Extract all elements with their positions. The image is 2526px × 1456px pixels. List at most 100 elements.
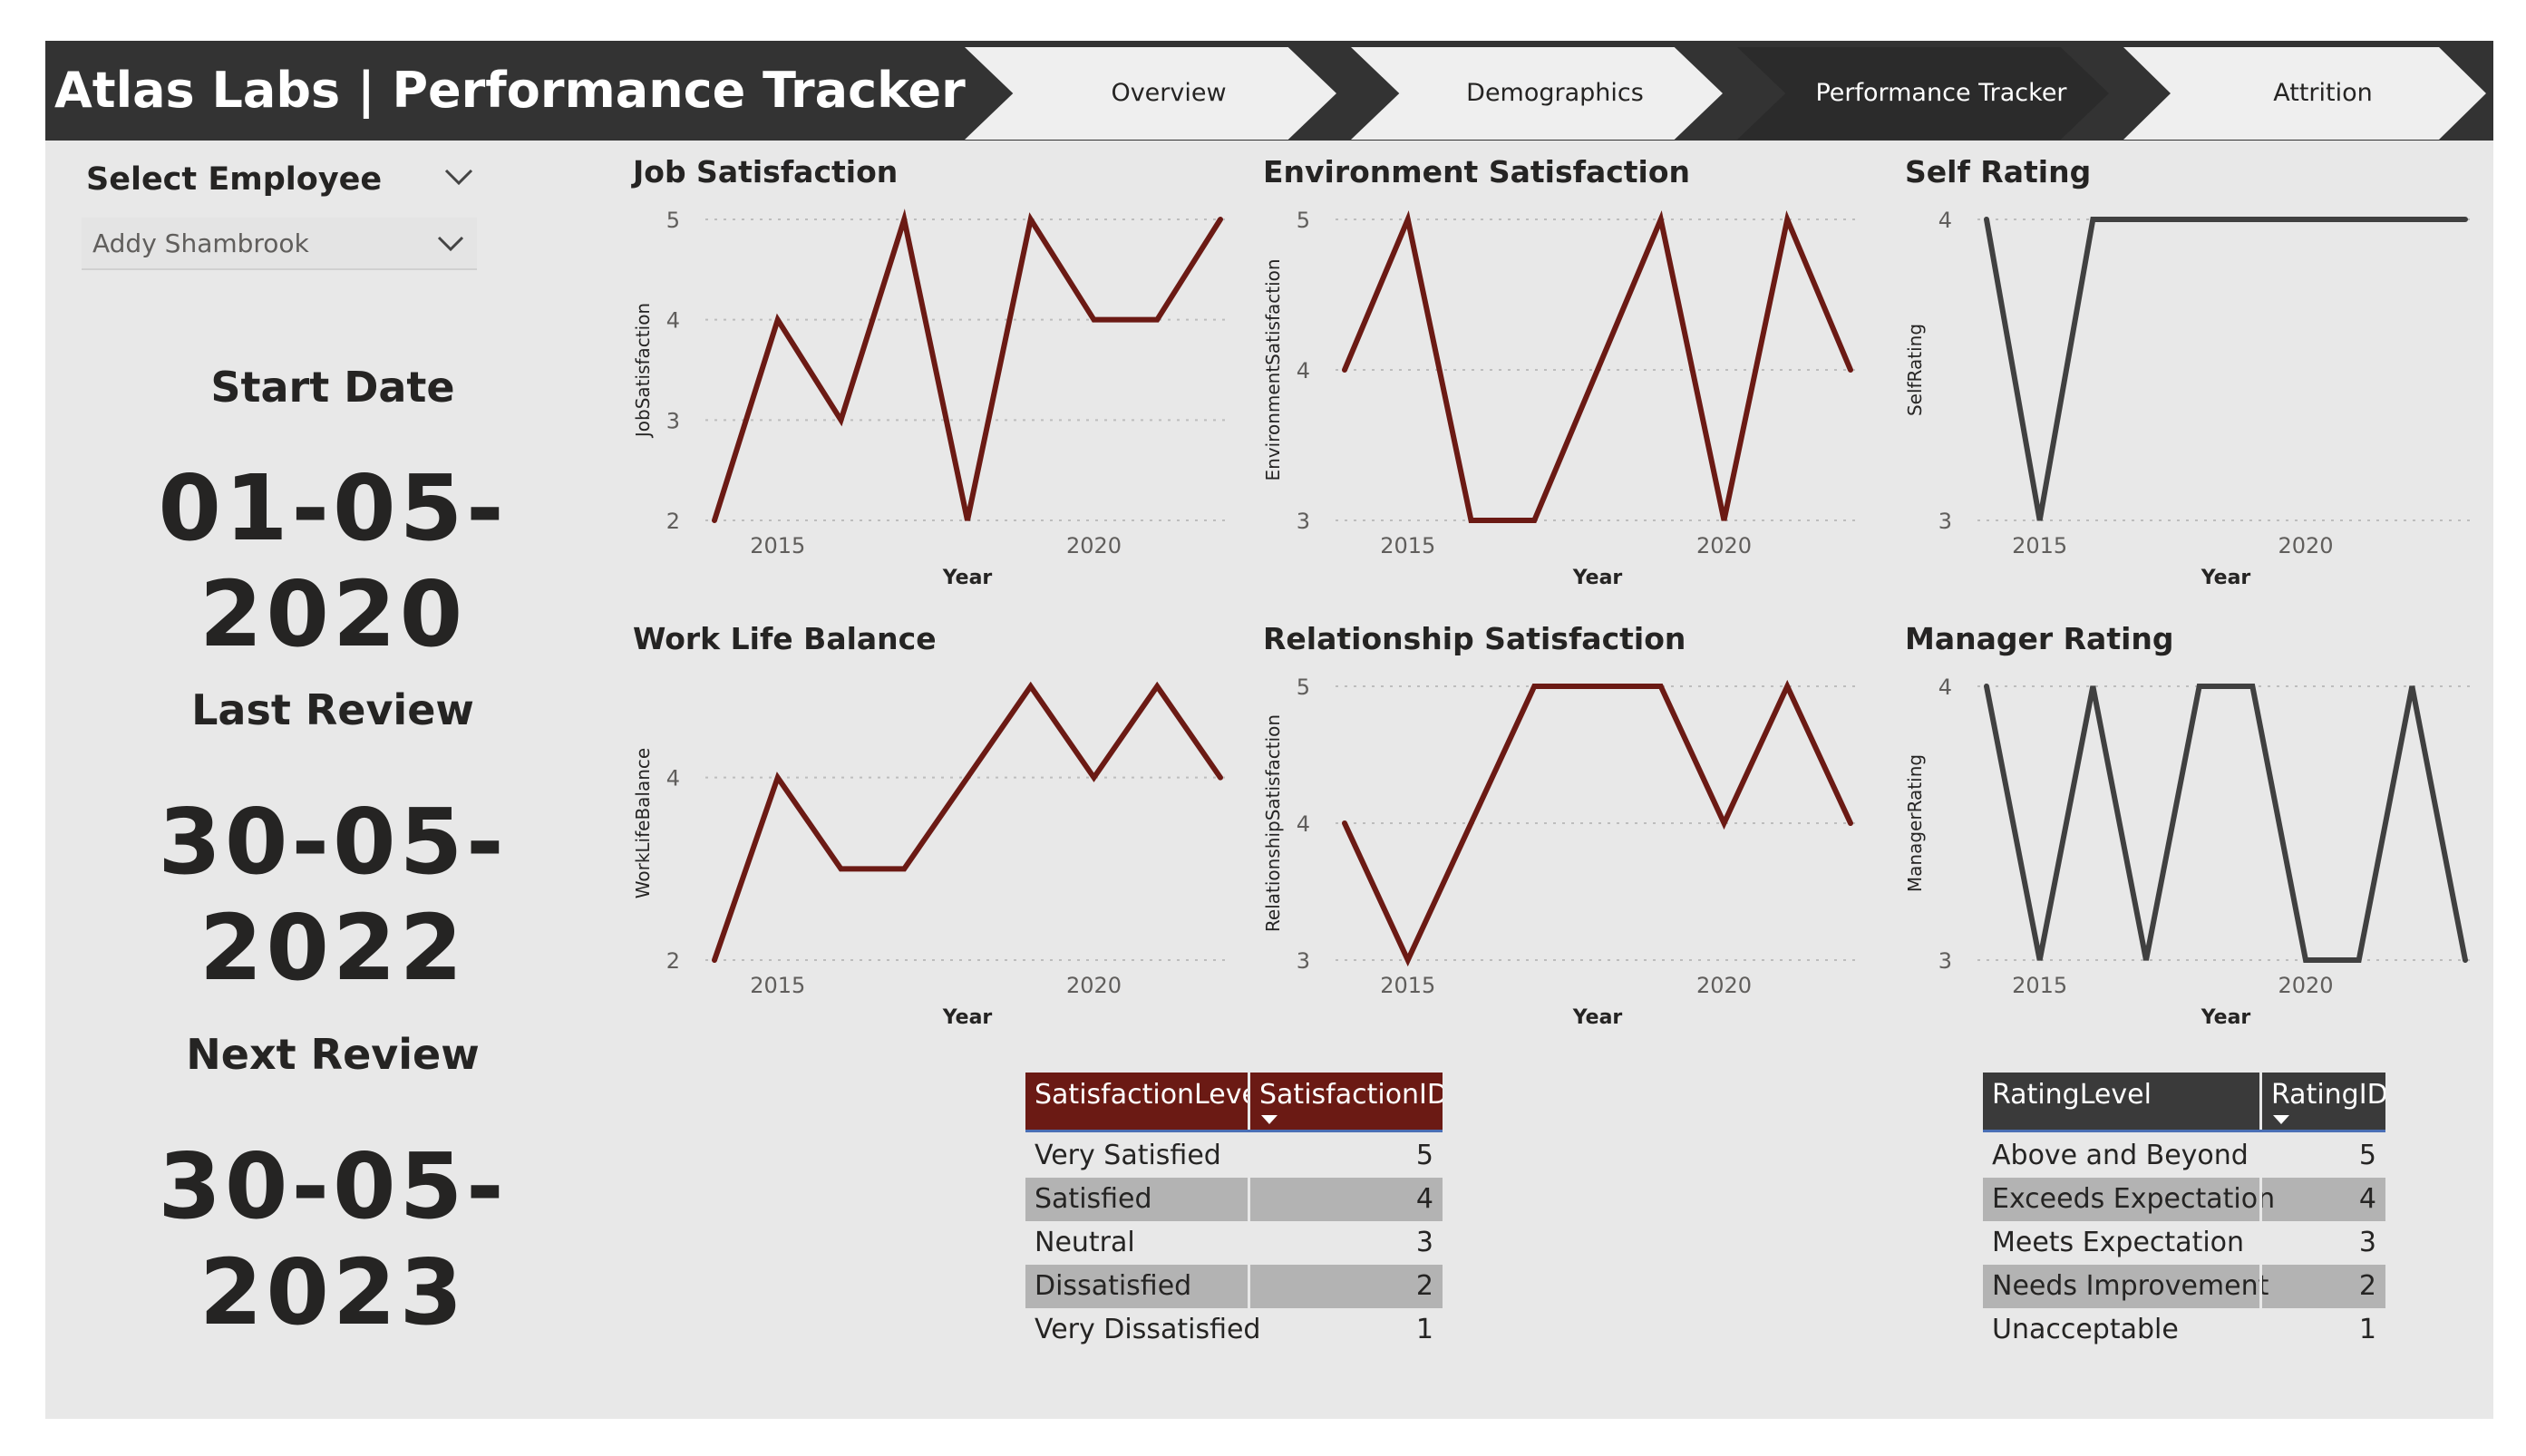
row-value: 4 (1248, 1178, 1443, 1221)
sort-descending-icon[interactable] (1261, 1115, 1278, 1124)
y-tick-label: 3 (1297, 509, 1310, 534)
tab-attrition[interactable]: Attrition (2123, 47, 2486, 140)
y-tick-label: 4 (666, 766, 680, 791)
row-value: 1 (1415, 1314, 1433, 1345)
last-review-label: Last Review (191, 685, 474, 734)
x-tick-label: 2020 (1066, 973, 1122, 998)
line-chart-svg: 3 4 5 2015 2020 Year EnvironmentSatisfaction (1262, 208, 1858, 589)
y-tick-label: 5 (666, 208, 680, 233)
series-line (1342, 679, 1853, 967)
employee-dropdown-value: Addy Shambrook (92, 228, 309, 258)
table-row[interactable]: Very Dissatisfied 1 (1025, 1308, 1443, 1352)
y-tick-label: 3 (1297, 948, 1310, 974)
row-label: Satisfied (1035, 1183, 1152, 1215)
y-tick-label: 3 (666, 408, 680, 433)
table-row[interactable]: Needs Improvement 2 (1983, 1265, 2385, 1308)
tab-demographics[interactable]: Demographics (1351, 47, 1723, 140)
x-tick-label: 2015 (750, 533, 805, 558)
row-label: Very Satisfied (1035, 1140, 1221, 1171)
table-row[interactable]: Unacceptable 1 (1983, 1308, 2385, 1352)
start-date-value: 01-05-2020 (158, 455, 508, 667)
table-row[interactable]: Very Satisfied 5 (1025, 1134, 1443, 1178)
y-axis-label: ManagerRating (1904, 754, 1926, 892)
row-label: Exceeds Expectation (1992, 1183, 2276, 1215)
column-header-satisfaction-id[interactable]: SatisfactionID (1248, 1073, 1443, 1130)
table-row[interactable]: Dissatisfied 2 (1025, 1265, 1443, 1308)
job-satisfaction-chart[interactable]: Job Satisfaction 2 3 4 5 2015 2020 Year JobSati… (632, 154, 1231, 589)
rating-table: RatingLevel RatingID Above and Beyond 5 … (1983, 1073, 2385, 1363)
y-axis-label: WorkLifeBalance (632, 748, 654, 898)
series-line (712, 209, 1223, 523)
chevron-down-icon[interactable] (442, 163, 475, 190)
row-value: 3 (2358, 1227, 2376, 1258)
y-tick-label: 5 (1297, 208, 1310, 233)
y-tick-label: 4 (666, 308, 680, 334)
row-value: 5 (2358, 1140, 2376, 1171)
y-tick-label: 3 (1938, 509, 1952, 534)
table-header: SatisfactionLevel SatisfactionID (1025, 1073, 1443, 1132)
table-row[interactable]: Above and Beyond 5 (1983, 1134, 2385, 1178)
y-tick-label: 4 (1938, 675, 1952, 700)
tab-overview[interactable]: Overview (965, 47, 1336, 140)
table-row[interactable]: Meets Expectation 3 (1983, 1221, 2385, 1265)
x-axis-label: Year (942, 1006, 993, 1029)
x-tick-label: 2015 (750, 973, 805, 998)
x-axis-label: Year (1572, 567, 1623, 589)
tab-performance-tracker[interactable]: Performance Tracker (1737, 47, 2109, 140)
row-label: Very Dissatisfied (1035, 1314, 1261, 1345)
row-value: 3 (1415, 1227, 1433, 1258)
row-value: 4 (2259, 1178, 2385, 1221)
line-chart-svg: 3 4 2015 2020 Year SelfRating (1904, 208, 2473, 589)
manager-rating-chart[interactable]: Manager Rating 3 4 2015 2020 Year ManagerRati… (1904, 621, 2476, 1029)
column-header-label: RatingID (2271, 1079, 2385, 1111)
row-label: Dissatisfied (1035, 1270, 1192, 1302)
x-tick-label: 2020 (2278, 533, 2333, 558)
x-axis-label: Year (942, 567, 993, 589)
x-axis-label: Year (2201, 1006, 2251, 1029)
table-header: RatingLevel RatingID (1983, 1073, 2385, 1132)
column-header-satisfaction-level[interactable]: SatisfactionLevel (1025, 1073, 1248, 1130)
y-tick-label: 4 (1297, 811, 1310, 837)
row-value: 2 (2259, 1265, 2385, 1308)
employee-dropdown[interactable]: Addy Shambrook (82, 218, 477, 270)
select-employee-label: Select Employee (86, 161, 383, 198)
column-header-rating-id[interactable]: RatingID (2259, 1073, 2385, 1130)
x-tick-label: 2020 (1696, 973, 1752, 998)
y-axis-label: JobSatisfaction (632, 303, 654, 439)
table-row[interactable]: Exceeds Expectation 4 (1983, 1178, 2385, 1221)
y-tick-label: 4 (1297, 358, 1310, 383)
y-axis-label: SelfRating (1904, 324, 1926, 416)
next-review-label: Next Review (186, 1030, 480, 1079)
line-chart-svg: 2 3 4 5 2015 2020 Year JobSatisfaction (632, 208, 1228, 589)
line-chart-svg: 2 4 2015 2020 Year WorkLifeBalance (632, 681, 1228, 1029)
x-tick-label: 2015 (1380, 973, 1435, 998)
last-review-value: 30-05-2022 (158, 789, 508, 1001)
sort-descending-icon[interactable] (2273, 1115, 2289, 1124)
row-label: Above and Beyond (1992, 1140, 2249, 1171)
line-chart-svg: 3 4 5 2015 2020 Year RelationshipSatisfaction (1262, 675, 1858, 1029)
x-tick-label: 2015 (2012, 973, 2067, 998)
row-label: Needs Improvement (1992, 1270, 2269, 1302)
start-date-label: Start Date (210, 363, 455, 412)
table-row[interactable]: Neutral 3 (1025, 1221, 1443, 1265)
row-label: Neutral (1035, 1227, 1135, 1258)
y-axis-label: EnvironmentSatisfaction (1262, 258, 1284, 480)
self-rating-chart[interactable]: Self Rating 3 4 2015 2020 Year SelfRating (1904, 154, 2476, 589)
environment-satisfaction-chart[interactable]: Environment Satisfaction 3 4 5 2015 2020 Year… (1262, 154, 1861, 589)
column-header-label: SatisfactionID (1259, 1079, 1443, 1111)
chevron-down-icon (437, 236, 464, 252)
x-tick-label: 2020 (1696, 533, 1752, 558)
next-review-value: 30-05-2023 (158, 1133, 508, 1345)
row-value: 5 (1415, 1140, 1433, 1171)
relationship-satisfaction-chart[interactable]: Relationship Satisfaction 3 4 5 2015 2020 Yea… (1262, 621, 1861, 1029)
row-label: Unacceptable (1992, 1314, 2179, 1345)
line-chart-svg: 3 4 2015 2020 Year ManagerRating (1904, 675, 2473, 1029)
work-life-balance-chart[interactable]: Work Life Balance 2 4 2015 2020 Year WorkLife… (632, 621, 1231, 1029)
table-row[interactable]: Satisfied 4 (1025, 1178, 1443, 1221)
series-line (1984, 684, 2468, 963)
row-value: 1 (2358, 1314, 2376, 1345)
x-tick-label: 2015 (1380, 533, 1435, 558)
x-axis-label: Year (2201, 567, 2251, 589)
column-header-rating-level[interactable]: RatingLevel (1983, 1073, 2259, 1130)
x-axis-label: Year (1572, 1006, 1623, 1029)
